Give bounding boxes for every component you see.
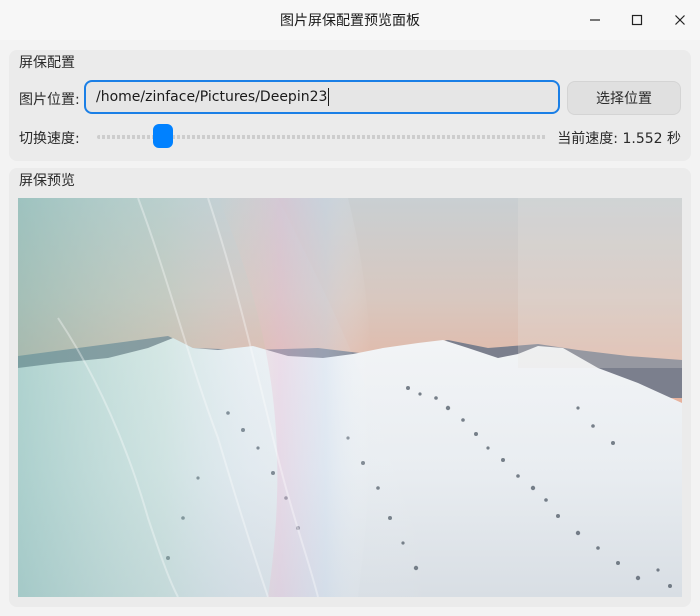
speed-readout: 当前速度: 1.552 秒 [557, 131, 681, 147]
choose-location-button[interactable]: 选择位置 [567, 81, 681, 115]
path-label: 图片位置: [19, 92, 80, 108]
close-button[interactable] [660, 4, 700, 36]
minimize-icon [590, 19, 600, 21]
preview-group: 屏保预览 [9, 168, 691, 607]
close-icon [675, 15, 685, 25]
path-input-value: /home/zinface/Pictures/Deepin23 [96, 89, 328, 105]
title-bar: 图片屏保配置预览面板 [0, 0, 700, 40]
speed-slider-handle[interactable] [153, 124, 173, 148]
maximize-button[interactable] [617, 4, 657, 36]
config-group-title: 屏保配置 [19, 55, 75, 71]
text-caret [328, 88, 330, 106]
app-window: 图片屏保配置预览面板 屏保配置 图片位置: /home/zinface/Pict… [0, 0, 700, 616]
speed-label: 切换速度: [19, 131, 80, 147]
preview-group-title: 屏保预览 [19, 173, 75, 189]
config-group: 屏保配置 图片位置: /home/zinface/Pictures/Deepin… [9, 50, 691, 161]
minimize-button[interactable] [575, 4, 615, 36]
preview-image [18, 198, 682, 597]
path-input[interactable]: /home/zinface/Pictures/Deepin23 [84, 80, 560, 114]
maximize-icon [631, 14, 643, 26]
window-title: 图片屏保配置预览面板 [280, 13, 420, 29]
